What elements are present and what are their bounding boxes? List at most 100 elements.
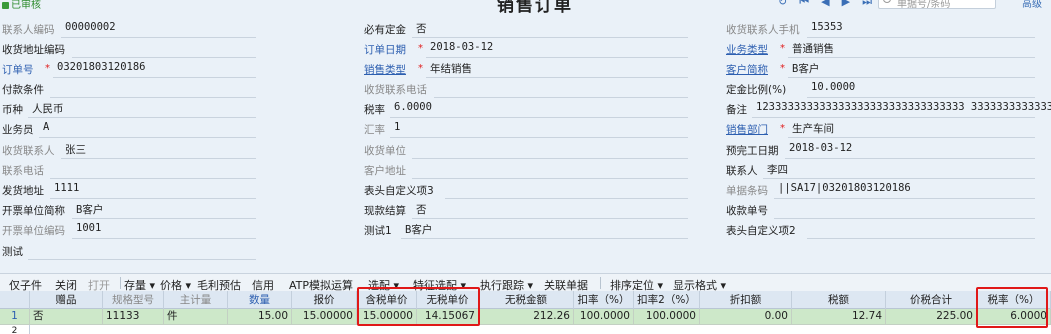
- form-field[interactable]: 发货地址 1111: [2, 179, 272, 199]
- form-field[interactable]: 测试: [2, 240, 272, 260]
- table-cell[interactable]: 6.0000: [977, 309, 1051, 325]
- table-cell[interactable]: 11133: [103, 309, 164, 325]
- field-value[interactable]: 00000002: [65, 21, 116, 33]
- form-field[interactable]: 单据条码 ||SA17|03201803120186: [726, 179, 1051, 199]
- field-value[interactable]: ||SA17|03201803120186: [778, 182, 911, 194]
- table-cell[interactable]: 100.0000: [634, 309, 700, 325]
- field-value[interactable]: 否: [416, 21, 427, 36]
- form-field[interactable]: 测试1 B客户: [364, 219, 704, 239]
- form-field[interactable]: 订单号 * 03201803120186: [2, 58, 272, 78]
- field-value[interactable]: 6.0000: [394, 101, 432, 113]
- field-value[interactable]: 10.0000: [811, 81, 855, 93]
- field-value[interactable]: 15353: [811, 21, 843, 33]
- column-header[interactable]: 无税金额: [479, 291, 574, 309]
- field-value[interactable]: 普通销售: [792, 41, 834, 56]
- advanced-search-link[interactable]: 高级: [1022, 0, 1042, 10]
- field-value[interactable]: 年结销售: [430, 61, 472, 76]
- form-field[interactable]: 销售类型 * 年结销售: [364, 58, 704, 78]
- table-cell[interactable]: 15.00000: [357, 309, 417, 325]
- field-value[interactable]: 张三: [65, 142, 86, 157]
- form-field[interactable]: 定金比例(%) 10.0000: [726, 78, 1051, 98]
- field-value[interactable]: A: [43, 121, 49, 133]
- form-field[interactable]: 必有定金否: [364, 18, 704, 38]
- form-field[interactable]: 备注 123333333333333333333333333333333 3333…: [726, 98, 1051, 118]
- column-header[interactable]: 税额: [792, 291, 886, 309]
- table-cell[interactable]: 100.0000: [574, 309, 634, 325]
- field-value[interactable]: B客户: [792, 61, 819, 76]
- search-input[interactable]: 单据号/条码: [878, 0, 996, 10]
- form-field[interactable]: 联系人编码 00000002: [2, 18, 272, 38]
- form-field[interactable]: 开票单位简称 B客户: [2, 199, 272, 219]
- form-field[interactable]: 表头自定义项2: [726, 219, 1051, 239]
- form-field[interactable]: 开票单位编码 1001: [2, 219, 272, 239]
- table-cell[interactable]: 12.74: [792, 309, 886, 325]
- form-field[interactable]: 联系人 李四: [726, 159, 1051, 179]
- column-header[interactable]: 扣率2（%）: [634, 291, 700, 309]
- form-field[interactable]: 付款条件: [2, 78, 272, 98]
- field-label[interactable]: 业务类型: [726, 42, 768, 57]
- form-field[interactable]: 业务员 A: [2, 118, 272, 138]
- field-value[interactable]: 1001: [76, 222, 101, 234]
- last-record-icon[interactable]: ⏭: [862, 0, 872, 8]
- form-field[interactable]: 现款结算否: [364, 199, 704, 219]
- form-field[interactable]: 收货联系人手机 15353: [726, 18, 1051, 38]
- column-header[interactable]: 主计量: [164, 291, 228, 309]
- table-cell[interactable]: 14.15067: [417, 309, 479, 325]
- table-cell[interactable]: 225.00: [886, 309, 977, 325]
- column-header[interactable]: 数量: [228, 291, 292, 309]
- form-field[interactable]: 税率 6.0000: [364, 98, 704, 118]
- form-field[interactable]: 客户简称 * B客户: [726, 58, 1051, 78]
- field-value[interactable]: 否: [416, 202, 427, 217]
- field-value[interactable]: 1111: [54, 182, 79, 194]
- form-field[interactable]: 收款单号: [726, 199, 1051, 219]
- table-cell[interactable]: 15.00000: [292, 309, 357, 325]
- form-field[interactable]: 表头自定义项3: [364, 179, 704, 199]
- form-field[interactable]: 销售部门 * 生产车间: [726, 118, 1051, 138]
- prev-record-icon[interactable]: ◀: [821, 0, 829, 8]
- table-row[interactable]: [0, 325, 1051, 334]
- field-label[interactable]: 销售类型: [364, 62, 406, 77]
- form-field[interactable]: 收货联系电话: [364, 78, 704, 98]
- table-row[interactable]: 1 否 11133 件 15.00 15.00000 15.00000 14.15067 212…: [0, 309, 1051, 325]
- field-value[interactable]: 03201803120186: [57, 61, 146, 73]
- form-field[interactable]: 收货单位: [364, 139, 704, 159]
- field-label[interactable]: 销售部门: [726, 122, 768, 137]
- column-header[interactable]: 含税单价: [357, 291, 417, 309]
- column-header[interactable]: 无税单价: [417, 291, 479, 309]
- form-field[interactable]: 联系电话: [2, 159, 272, 179]
- column-header[interactable]: 折扣额: [700, 291, 792, 309]
- refresh-icon[interactable]: ↻: [778, 0, 787, 8]
- form-field[interactable]: 预完工日期 2018-03-12: [726, 139, 1051, 159]
- next-record-icon[interactable]: ▶: [842, 0, 850, 8]
- form-field[interactable]: 收货联系人 张三: [2, 139, 272, 159]
- field-value[interactable]: 生产车间: [792, 121, 834, 136]
- column-header[interactable]: 报价: [292, 291, 357, 309]
- form-field[interactable]: 业务类型 * 普通销售: [726, 38, 1051, 58]
- column-header[interactable]: 价税合计: [886, 291, 977, 309]
- table-cell[interactable]: 15.00: [228, 309, 292, 325]
- column-header[interactable]: 税率（%）: [977, 291, 1051, 309]
- field-value[interactable]: B客户: [76, 202, 103, 217]
- field-value[interactable]: B客户: [405, 222, 432, 237]
- form-field[interactable]: 汇率 1: [364, 118, 704, 138]
- column-header[interactable]: 扣率（%）: [574, 291, 634, 309]
- field-value[interactable]: 1: [394, 121, 400, 133]
- field-value[interactable]: 123333333333333333333333333333333 333333…: [756, 101, 1051, 113]
- form-field[interactable]: 订单日期 * 2018-03-12: [364, 38, 704, 58]
- table-cell[interactable]: 否: [30, 309, 103, 325]
- first-record-icon[interactable]: ⏮: [799, 0, 809, 8]
- field-value[interactable]: 李四: [767, 162, 788, 177]
- field-value[interactable]: 2018-03-12: [430, 41, 493, 53]
- field-label[interactable]: 客户简称: [726, 62, 768, 77]
- form-field[interactable]: 收货地址编码: [2, 38, 272, 58]
- form-field[interactable]: 客户地址: [364, 159, 704, 179]
- column-header[interactable]: 规格型号: [103, 291, 164, 309]
- form-field[interactable]: 币种 人民币: [2, 98, 272, 118]
- table-cell[interactable]: 212.26: [479, 309, 574, 325]
- field-value[interactable]: 2018-03-12: [789, 142, 852, 154]
- table-cell[interactable]: 0.00: [700, 309, 792, 325]
- field-value[interactable]: 人民币: [32, 101, 64, 116]
- table-cell[interactable]: 件: [164, 309, 228, 325]
- column-header[interactable]: [0, 291, 30, 309]
- column-header[interactable]: 赠品: [30, 291, 103, 309]
